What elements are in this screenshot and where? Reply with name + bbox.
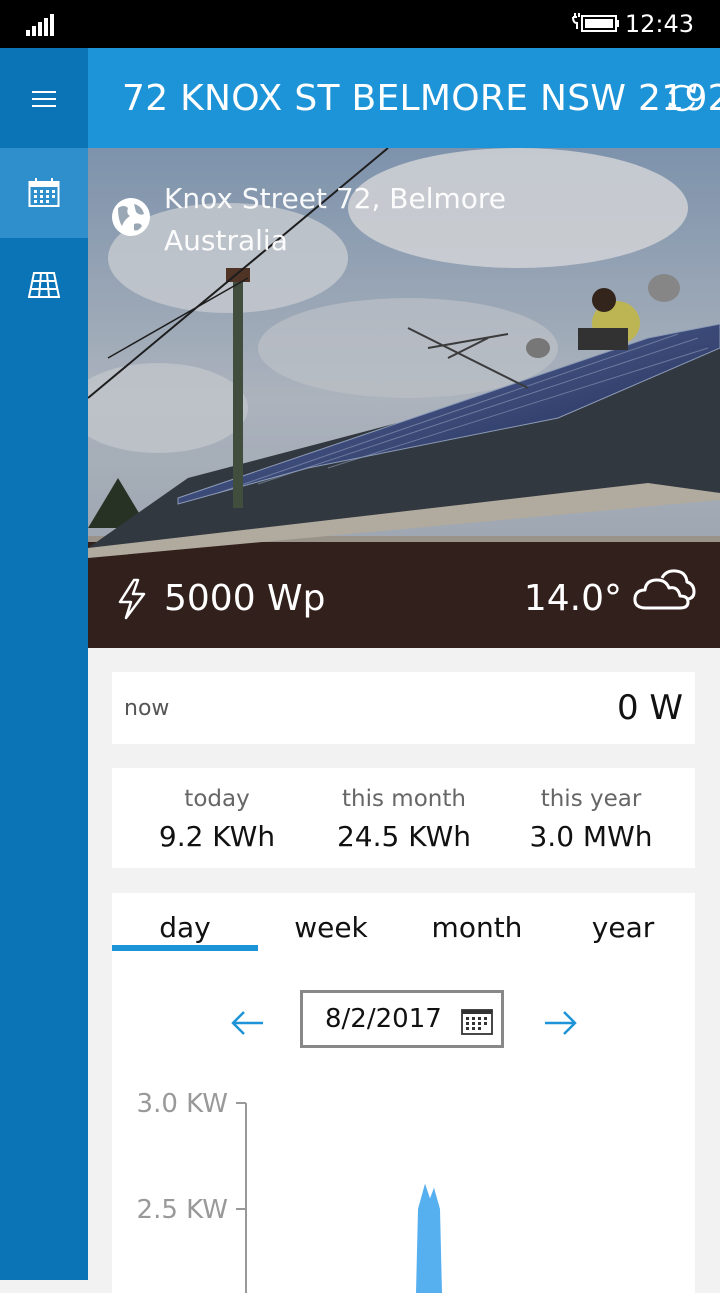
active-tab-indicator [112, 945, 258, 951]
stat-label: today [184, 786, 250, 812]
production-chart: 3.0 KW 2.5 KW [137, 1089, 442, 1293]
hamburger-menu-button[interactable] [0, 54, 88, 144]
date-picker[interactable]: 8/2/2017 [300, 990, 504, 1048]
address-line-1: Knox Street 72, Belmore [164, 182, 507, 215]
calendar-icon [461, 1009, 493, 1035]
stat-this-month: this month 24.5 KWh [314, 782, 494, 858]
stat-today: today 9.2 KWh [127, 782, 307, 858]
sidebar-item-panels[interactable] [0, 240, 88, 330]
refresh-icon[interactable] [662, 78, 702, 118]
stat-this-year: this year 3.0 MWh [501, 782, 681, 858]
battery-charging-icon [572, 13, 619, 32]
now-label: now [124, 696, 170, 721]
production-area [416, 1183, 442, 1293]
solar-panel-icon [28, 272, 60, 298]
site-photo-banner: Knox Street 72, Belmore Australia 5000 W… [88, 148, 720, 648]
page-title: 72 KNOX ST BELMORE NSW 2192 [122, 78, 720, 119]
status-bar: 12:43 [0, 0, 720, 48]
sidebar [0, 48, 88, 1280]
system-size: 5000 Wp [164, 578, 326, 619]
stat-label: this year [540, 786, 642, 812]
cloudy-icon [633, 569, 696, 610]
date-picker-value: 8/2/2017 [325, 1004, 442, 1034]
stat-label: this month [342, 786, 466, 812]
current-power-card: now 0 W [112, 672, 695, 744]
tab-day[interactable]: day [112, 911, 258, 944]
stat-value: 24.5 KWh [336, 820, 472, 853]
now-value: 0 W [616, 688, 683, 728]
signal-strength-icon [26, 14, 54, 36]
globe-icon [112, 198, 150, 236]
address-line-2: Australia [164, 224, 288, 257]
stat-value: 3.0 MWh [529, 820, 653, 853]
tab-week[interactable]: week [258, 911, 404, 944]
tab-year[interactable]: year [550, 911, 696, 944]
lightning-bolt-icon [118, 578, 146, 620]
sidebar-item-production[interactable] [0, 148, 88, 238]
hamburger-menu-icon [32, 91, 56, 107]
temperature: 14.0° [523, 578, 622, 619]
production-graph-card: day week month year 8/2/2017 3.0 KW 2.5 … [112, 893, 695, 1293]
clock-time: 12:43 [624, 10, 694, 38]
y-tick-label: 3.0 KW [137, 1089, 228, 1119]
page-header: 72 KNOX ST BELMORE NSW 2192 [88, 48, 720, 148]
energy-stats-card: today 9.2 KWh this month 24.5 KWh this y… [112, 768, 695, 868]
y-tick-label: 2.5 KW [137, 1195, 228, 1225]
site-address: Knox Street 72, Belmore Australia [164, 178, 506, 262]
calendar-icon [28, 178, 60, 207]
next-date-arrow-icon[interactable] [542, 1005, 578, 1041]
previous-date-arrow-icon[interactable] [230, 1005, 266, 1041]
tab-month[interactable]: month [404, 911, 550, 944]
stat-value: 9.2 KWh [158, 820, 276, 853]
